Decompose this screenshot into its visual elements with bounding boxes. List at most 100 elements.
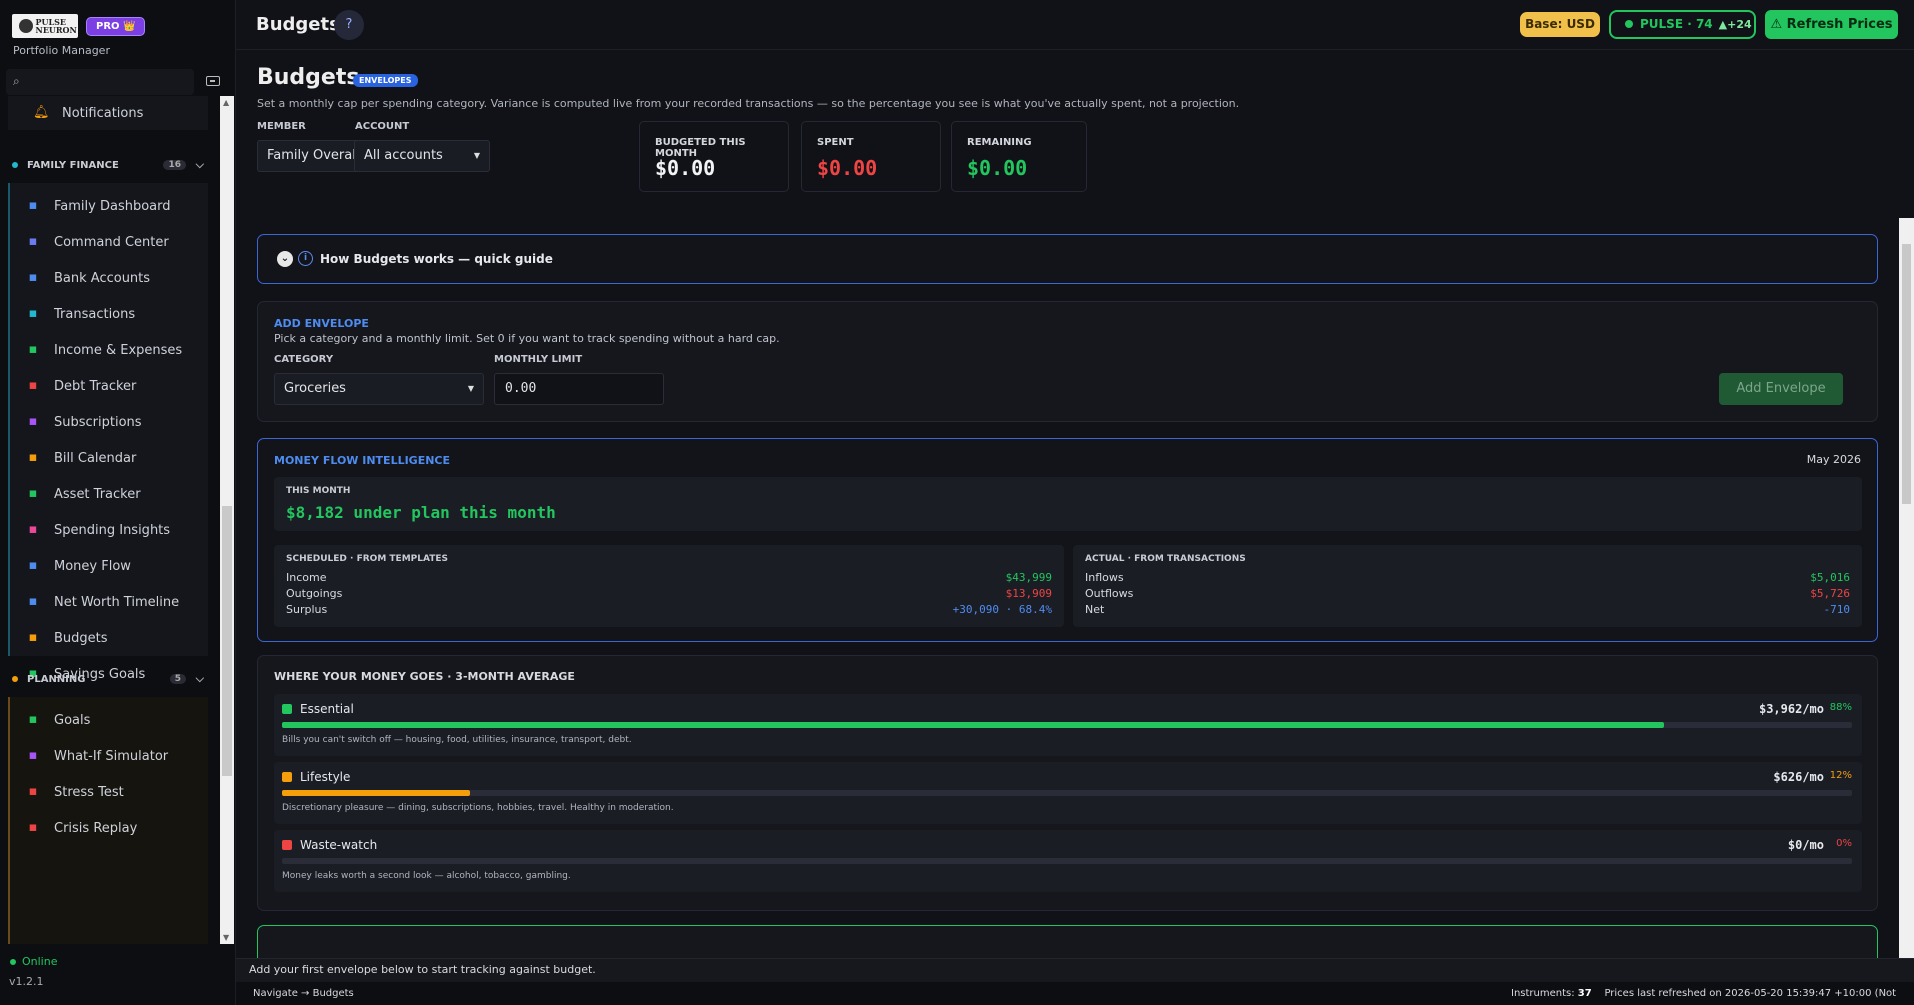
category-progress-track	[282, 790, 1852, 796]
sidebar-item-family-dashboard[interactable]: ▪ Family Dashboard	[10, 189, 210, 223]
base-currency-chip[interactable]: Base: USD	[1520, 12, 1600, 37]
sidebar-nav: 🔔︎ Notifications FAMILY FINANCE 16 ⌵ ▪ Fa…	[0, 96, 236, 944]
status-info: Instruments: 37 Prices last refreshed on…	[1511, 988, 1897, 999]
scroll-down-icon[interactable]: ▼	[223, 933, 229, 942]
money-flow-card: MONEY FLOW INTELLIGENCE May 2026 THIS MO…	[257, 438, 1878, 642]
spend-category-lifestyle: Lifestyle $626/mo 12% Discretionary pleasur…	[274, 762, 1862, 824]
flow-row-value: $43,999	[1005, 571, 1052, 584]
category-description: Money leaks worth a second look — alcoho…	[282, 871, 571, 881]
chart-line-icon: ▪	[28, 198, 38, 213]
help-button[interactable]: ?	[334, 10, 364, 40]
flow-row-value: $13,909	[1005, 587, 1052, 600]
flow-row-label: Outflows	[1085, 587, 1134, 600]
star-icon: ▪	[28, 712, 38, 727]
caret-down-icon: ▼	[467, 384, 474, 393]
pulse-score-chip[interactable]: PULSE · 74 ▲+24	[1609, 10, 1756, 39]
sidebar-item-asset-tracker[interactable]: ▪ Asset Tracker	[10, 477, 210, 511]
history-icon: ▪	[28, 820, 38, 835]
sidebar-item-subscriptions[interactable]: ▪ Subscriptions	[10, 405, 210, 439]
hint-bar: Add your first envelope below to start t…	[236, 958, 1914, 982]
group-planning[interactable]: PLANNING 5 ⌵	[12, 669, 208, 689]
flow-row-value: $5,726	[1810, 587, 1850, 600]
flow-row-label: Inflows	[1085, 571, 1124, 584]
actual-panel: ACTUAL · FROM TRANSACTIONS Inflows $5,016…	[1073, 545, 1862, 627]
account-label: ACCOUNT	[355, 121, 410, 132]
connection-status: Online	[10, 955, 57, 968]
account-select[interactable]: All accounts ▼	[354, 140, 490, 172]
scrollbar-thumb[interactable]	[1902, 244, 1911, 504]
network-icon: ▪	[28, 522, 38, 537]
category-name: Waste-watch	[300, 838, 378, 852]
scrollbar-thumb[interactable]	[222, 506, 232, 776]
group-family-finance[interactable]: FAMILY FINANCE 16 ⌵	[12, 155, 208, 175]
refresh-prices-button[interactable]: ⚠ Refresh Prices	[1765, 10, 1898, 39]
member-label: MEMBER	[257, 121, 306, 132]
sidebar-item-transactions[interactable]: ▪ Transactions	[10, 297, 210, 331]
collapse-sidebar-icon[interactable]	[206, 76, 220, 86]
budgets-description: Set a monthly cap per spending category.…	[257, 97, 1240, 110]
caret-down-icon: ▼	[473, 151, 480, 160]
envelopes-card	[257, 925, 1878, 958]
group-count-badge: 5	[169, 674, 186, 684]
alert-icon: ▪	[28, 784, 38, 799]
app-logo[interactable]: PULSE NEURON	[12, 14, 78, 38]
family-finance-items: ▪ Family Dashboard ▪ Command Center ▪ Bank Ac…	[8, 183, 210, 754]
spend-category-essential: Essential $3,962/mo 88% Bills you can't swi…	[274, 694, 1862, 756]
category-color-icon	[282, 704, 292, 714]
add-envelope-button[interactable]: Add Envelope	[1719, 373, 1843, 405]
sidebar-item-goals[interactable]: ▪ Goals	[10, 703, 210, 737]
app-version: v1.2.1	[9, 975, 44, 988]
sidebar-item-debt-tracker[interactable]: ▪ Debt Tracker	[10, 369, 210, 403]
category-select[interactable]: Groceries ▼	[274, 373, 484, 405]
sidebar-search-input[interactable]: ⌕	[6, 69, 194, 95]
split-icon: ▪	[28, 748, 38, 763]
calendar-icon: ▪	[28, 450, 38, 465]
monthly-limit-input[interactable]: 0.00	[494, 373, 664, 405]
cart-icon: ▪	[28, 306, 38, 321]
sidebar-item-what-if-simulator[interactable]: ▪ What-If Simulator	[10, 739, 210, 773]
sidebar-item-crisis-replay[interactable]: ▪ Crisis Replay	[10, 811, 210, 845]
stat-remaining: REMAINING $0.00	[951, 121, 1087, 192]
flow-row-value: $5,016	[1810, 571, 1850, 584]
sidebar-item-bill-calendar[interactable]: ▪ Bill Calendar	[10, 441, 210, 475]
debt-icon: ▪	[28, 378, 38, 393]
sidebar-item-bank-accounts[interactable]: ▪ Bank Accounts	[10, 261, 210, 295]
this-month-panel: THIS MONTH $8,182 under plan this month	[274, 477, 1862, 531]
group-count-badge: 16	[163, 160, 186, 170]
chevron-down-icon: ⌄	[277, 251, 293, 267]
category-description: Bills you can't switch off — housing, fo…	[282, 735, 632, 745]
timeline-icon: ▪	[28, 594, 38, 609]
sidebar-item-budgets[interactable]: ▪ Budgets	[10, 621, 210, 655]
pro-badge: PRO 👑	[86, 16, 146, 36]
category-progress-fill	[282, 722, 1664, 728]
category-percent: 88%	[1829, 702, 1852, 713]
budgets-heading: Budgets	[257, 65, 360, 90]
category-percent: 12%	[1829, 770, 1852, 781]
sidebar-item-spending-insights[interactable]: ▪ Spending Insights	[10, 513, 210, 547]
planning-items: ▪ Goals ▪ What-If Simulator ▪ Stress Test ▪ Cri…	[8, 697, 208, 944]
main-scrollbar[interactable]	[1899, 218, 1914, 958]
sidebar-item-notifications[interactable]: 🔔︎ Notifications	[8, 96, 208, 130]
category-name: Essential	[300, 702, 354, 716]
info-icon: i	[298, 251, 313, 266]
sidebar-item-command-center[interactable]: ▪ Command Center	[10, 225, 210, 259]
flow-row-value: -710	[1823, 603, 1851, 616]
status-bar: Navigate → Budgets Instruments: 37 Price…	[236, 982, 1914, 1005]
sidebar-scrollbar[interactable]: ▲ ▼	[220, 96, 234, 944]
sidebar-item-net-worth-timeline[interactable]: ▪ Net Worth Timeline	[10, 585, 210, 619]
category-progress-track	[282, 722, 1852, 728]
sidebar-item-income-expenses[interactable]: ▪ Income & Expenses	[10, 333, 210, 367]
sidebar-item-money-flow[interactable]: ▪ Money Flow	[10, 549, 210, 583]
quick-guide-toggle[interactable]: ⌄ i How Budgets works — quick guide	[257, 234, 1878, 284]
sidebar-item-stress-test[interactable]: ▪ Stress Test	[10, 775, 210, 809]
category-color-icon	[282, 840, 292, 850]
topbar: Budgets ? Base: USD PULSE · 74 ▲+24 ⚠ Ref…	[236, 0, 1914, 50]
pulse-dot-icon	[1625, 20, 1633, 28]
flow-row-label: Surplus	[286, 603, 328, 616]
budgets-header: Budgets ENVELOPES Set a monthly cap per …	[236, 51, 1914, 218]
scheduled-panel: SCHEDULED · FROM TEMPLATES Income $43,999…	[274, 545, 1064, 627]
category-amount: $3,962/mo	[1758, 702, 1824, 716]
flow-row-label: Net	[1085, 603, 1105, 616]
scroll-up-icon[interactable]: ▲	[223, 98, 229, 107]
subscription-icon: ▪	[28, 414, 38, 429]
